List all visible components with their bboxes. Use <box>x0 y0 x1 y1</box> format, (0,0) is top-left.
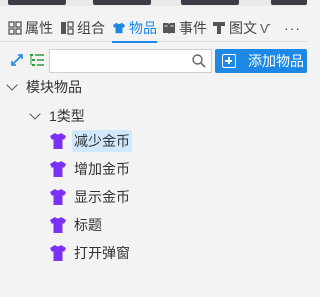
tab-image-text[interactable]: 图文 Ѵ <box>212 16 270 40</box>
tab-label: 图文 <box>229 20 257 36</box>
tab-label: 事件 <box>179 20 207 36</box>
chevron-down-icon[interactable] <box>6 78 18 91</box>
tree-item-open-popup[interactable]: 打开弹窗 <box>49 241 132 265</box>
search-input[interactable] <box>50 50 190 72</box>
search-icon[interactable] <box>191 53 207 69</box>
tree-item-show-gold[interactable]: 显示金币 <box>49 185 132 209</box>
expand-icon[interactable] <box>9 52 25 68</box>
top-toolbar-button[interactable] <box>8 0 66 5</box>
shirt-icon <box>112 22 126 34</box>
tab-label: 物品 <box>129 20 157 36</box>
chevron-down-icon[interactable] <box>29 107 41 120</box>
add-item-label: 添加物品 <box>248 53 304 69</box>
tree-item-increase-gold[interactable]: 增加金币 <box>49 157 132 181</box>
top-toolbar-button[interactable] <box>181 0 239 5</box>
tab-combine[interactable]: 组合 <box>60 16 105 40</box>
top-toolbar-button[interactable] <box>93 0 151 5</box>
top-strip <box>0 0 307 6</box>
tree-item-label: 打开弹窗 <box>74 245 130 261</box>
top-toolbar-button[interactable] <box>271 0 307 5</box>
grid-icon <box>8 21 22 35</box>
tree-item-label: 增加金币 <box>74 161 130 177</box>
tree-item-label: 减少金币 <box>72 130 132 152</box>
shirt-icon <box>50 161 66 177</box>
list-tree-icon[interactable] <box>29 52 45 68</box>
tab-label: 组合 <box>77 20 105 36</box>
tab-label: 属性 <box>25 20 53 36</box>
tab-bar: 属性 组合 物品 事件 图文 Ѵ ··· <box>0 12 307 43</box>
tree-group-node[interactable]: 1类型 <box>29 105 85 127</box>
tab-items[interactable]: 物品 <box>112 16 157 43</box>
tab-events[interactable]: 事件 <box>162 16 207 40</box>
shirt-icon <box>50 245 66 261</box>
book-icon <box>163 23 175 34</box>
tab-overflow-glyph: Ѵ <box>260 20 271 36</box>
search-box <box>49 49 212 73</box>
tree-root-node[interactable]: 模块物品 <box>6 76 82 98</box>
add-item-button[interactable]: 添加物品 <box>215 49 307 73</box>
shirt-icon <box>50 217 66 233</box>
combine-icon <box>61 21 74 35</box>
shirt-icon <box>50 133 66 149</box>
tree-item-label: 标题 <box>74 217 102 233</box>
tree-item-label: 显示金币 <box>74 189 130 205</box>
tree-node-label: 模块物品 <box>26 79 82 95</box>
plus-icon <box>222 54 236 68</box>
more-icon[interactable]: ··· <box>284 20 301 36</box>
tree-item-reduce-gold[interactable]: 减少金币 <box>49 129 132 153</box>
toolbar: 添加物品 <box>0 48 307 74</box>
image-text-icon <box>213 22 225 34</box>
tree-node-label: 1类型 <box>49 108 85 124</box>
shirt-icon <box>50 189 66 205</box>
tab-properties[interactable]: 属性 <box>8 16 53 40</box>
tree-item-title[interactable]: 标题 <box>49 213 104 237</box>
